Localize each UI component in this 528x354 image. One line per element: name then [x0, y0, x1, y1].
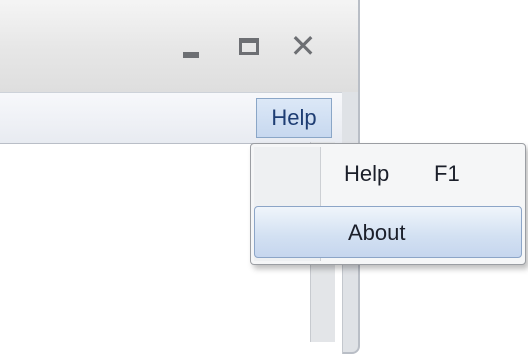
- maximize-button[interactable]: [228, 26, 270, 66]
- menu-item-about[interactable]: About: [254, 206, 522, 258]
- maximize-icon: [239, 37, 259, 55]
- help-dropdown-menu: Help F1 About: [250, 143, 526, 265]
- minimize-icon: [183, 52, 199, 58]
- menu-item-help[interactable]: Help F1: [254, 149, 522, 199]
- menu-help[interactable]: Help: [256, 98, 332, 138]
- title-bar: ✕: [0, 0, 358, 92]
- menu-item-shortcut: F1: [434, 161, 460, 186]
- close-button[interactable]: ✕: [282, 26, 324, 66]
- minimize-button[interactable]: [170, 26, 212, 66]
- menu-bar: Help: [0, 92, 342, 144]
- menu-item-label: Help: [344, 161, 390, 186]
- close-icon: ✕: [289, 27, 317, 65]
- menu-item-label: About: [348, 220, 406, 245]
